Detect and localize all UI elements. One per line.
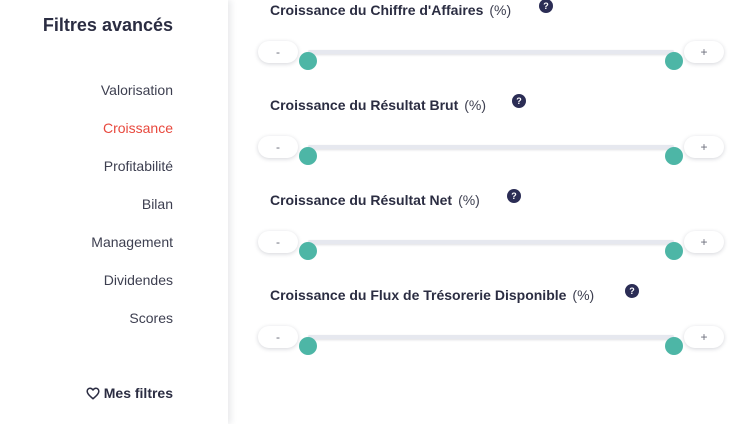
filter-croissance-resultat-net: Croissance du Résultat Net (%) ? - + (228, 189, 751, 270)
filter-unit: (%) (489, 2, 512, 18)
slider-handle-max[interactable] (665, 242, 683, 260)
sidebar-nav: Valorisation Croissance Profitabilité Bi… (91, 80, 173, 346)
increment-button[interactable]: + (684, 41, 724, 63)
sidebar-item-dividendes[interactable]: Dividendes (91, 270, 173, 290)
sidebar-item-scores[interactable]: Scores (91, 308, 173, 328)
help-icon[interactable]: ? (512, 94, 526, 108)
help-icon[interactable]: ? (507, 189, 521, 203)
increment-button[interactable]: + (684, 231, 724, 253)
filter-label: Croissance du Flux de Trésorerie Disponi… (270, 287, 594, 303)
filter-name: Croissance du Chiffre d'Affaires (270, 2, 484, 18)
filter-name: Croissance du Résultat Net (270, 192, 453, 208)
sidebar-title: Filtres avancés (42, 15, 173, 35)
slider-track[interactable] (299, 145, 683, 165)
slider-fill (308, 240, 674, 244)
sidebar-item-management[interactable]: Management (91, 232, 173, 252)
my-filters-label: Mes filtres (103, 385, 173, 401)
slider-handle-max[interactable] (665, 52, 683, 70)
increment-button[interactable]: + (684, 326, 724, 348)
sidebar-item-profitabilite[interactable]: Profitabilité (91, 156, 173, 176)
sidebar-item-bilan[interactable]: Bilan (91, 194, 173, 214)
slider-fill (308, 335, 674, 339)
slider-fill (308, 145, 674, 149)
slider-handle-min[interactable] (299, 52, 317, 70)
filter-croissance-fcf: Croissance du Flux de Trésorerie Disponi… (228, 284, 751, 365)
decrement-button[interactable]: - (258, 136, 298, 158)
help-icon[interactable]: ? (625, 284, 639, 298)
range-slider: - + (258, 231, 724, 260)
range-slider: - + (258, 41, 724, 70)
slider-handle-min[interactable] (299, 337, 317, 355)
filter-label: Croissance du Résultat Brut (%) (270, 97, 486, 113)
slider-handle-min[interactable] (299, 147, 317, 165)
filter-label: Croissance du Résultat Net (%) (270, 192, 480, 208)
filter-name: Croissance du Résultat Brut (270, 97, 459, 113)
range-slider: - + (258, 326, 724, 355)
filter-unit: (%) (464, 97, 487, 113)
slider-handle-max[interactable] (665, 337, 683, 355)
filter-unit: (%) (458, 192, 480, 208)
slider-handle-max[interactable] (665, 147, 683, 165)
my-filters-link[interactable]: Mes filtres (86, 385, 173, 401)
decrement-button[interactable]: - (258, 231, 298, 253)
slider-track[interactable] (299, 50, 683, 70)
heart-icon (86, 386, 100, 400)
filter-unit: (%) (572, 287, 595, 303)
sidebar-item-croissance[interactable]: Croissance (91, 118, 173, 138)
decrement-button[interactable]: - (258, 41, 298, 63)
increment-button[interactable]: + (684, 136, 724, 158)
help-icon[interactable]: ? (539, 0, 553, 13)
range-slider: - + (258, 136, 724, 165)
filter-label: Croissance du Chiffre d'Affaires (%) (270, 2, 511, 18)
filter-name: Croissance du Flux de Trésorerie Disponi… (270, 287, 567, 303)
slider-handle-min[interactable] (299, 242, 317, 260)
slider-fill (308, 50, 674, 54)
filters-panel: Croissance du Chiffre d'Affaires (%) ? -… (228, 0, 751, 424)
slider-track[interactable] (299, 240, 683, 260)
filter-croissance-ca: Croissance du Chiffre d'Affaires (%) ? -… (228, 0, 751, 80)
decrement-button[interactable]: - (258, 326, 298, 348)
sidebar: Filtres avancés Valorisation Croissance … (0, 0, 228, 424)
slider-track[interactable] (299, 335, 683, 355)
sidebar-item-valorisation[interactable]: Valorisation (91, 80, 173, 100)
filter-croissance-resultat-brut: Croissance du Résultat Brut (%) ? - + (228, 94, 751, 175)
